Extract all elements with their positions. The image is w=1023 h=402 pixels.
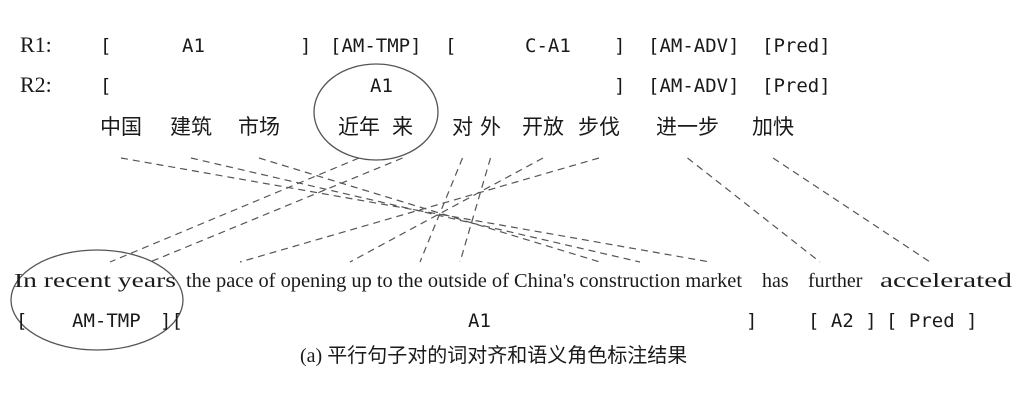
alignment-line: [239, 157, 600, 263]
chinese-word: 开放: [522, 115, 564, 139]
en-role-a2: [ A2 ]: [808, 310, 877, 332]
figure-caption: (a) 平行句子对的词对齐和语义角色标注结果: [300, 344, 687, 367]
r2-label: R2:: [20, 72, 52, 97]
r1-label: R1:: [20, 32, 52, 57]
en-role-a1: A1: [468, 310, 491, 332]
alignment-line: [772, 157, 931, 263]
r1-role-c-a1: C-A1: [525, 35, 571, 57]
alignment-line: [349, 157, 544, 263]
alignment-line: [190, 157, 641, 263]
alignment-line: [687, 157, 821, 263]
en-role-am-tmp: AM-TMP: [72, 310, 141, 332]
r1-role-am-tmp: [AM-TMP]: [330, 35, 422, 57]
r2-role-pred: [Pred]: [762, 75, 831, 97]
chinese-word: 外: [480, 115, 501, 139]
alignment-line: [459, 157, 492, 263]
english-phrase-a1: the pace of opening up to the outside of…: [186, 270, 742, 292]
en-close-bracket-a1: ]: [746, 310, 757, 332]
english-word-accelerated: accelerated: [880, 270, 1012, 292]
r2-role-am-adv: [AM-ADV]: [648, 75, 740, 97]
highlight-ellipse-english: [10, 249, 184, 351]
english-word-in-recent-years: In recent years: [14, 270, 176, 292]
alignment-line: [258, 157, 601, 263]
r1-close-bracket-a1: ]: [300, 35, 311, 57]
chinese-word: 进一步: [656, 115, 719, 139]
chinese-sentence: 中国 建筑 市场 近年来 对外开放 步伐 进一步 加快: [100, 115, 794, 139]
chinese-word: 近年: [338, 115, 380, 139]
alignment-line: [149, 157, 403, 263]
chinese-word: 中国: [100, 115, 142, 139]
r1-role-am-adv: [AM-ADV]: [648, 35, 740, 57]
chinese-word: 对: [452, 115, 473, 139]
srl-alignment-diagram: R1: [ A1 ] [AM-TMP] [ C-A1 ] [AM-ADV] [P…: [10, 32, 1012, 367]
en-role-pred: [ Pred ]: [886, 310, 978, 332]
chinese-word: 加快: [752, 115, 794, 139]
en-bracket-join: ][: [160, 310, 183, 332]
r2-close-bracket-a1: ]: [614, 75, 625, 97]
chinese-word: 市场: [238, 115, 280, 139]
english-word-further: further: [808, 270, 863, 292]
word-alignment-lines: [109, 157, 931, 263]
chinese-word: 步伐: [578, 115, 620, 139]
english-word-has: has: [762, 270, 789, 292]
r1-role-a1: A1: [182, 35, 205, 57]
r1-close-bracket-c-a1: ]: [614, 35, 625, 57]
r2-open-bracket-a1: [: [100, 75, 111, 97]
r1-role-pred: [Pred]: [762, 35, 831, 57]
alignment-line: [419, 157, 464, 263]
r1-open-bracket-c-a1: [: [445, 35, 456, 57]
r2-role-a1: A1: [370, 75, 393, 97]
en-open-bracket-am-tmp: [: [16, 310, 27, 332]
chinese-word: 建筑: [170, 115, 212, 139]
chinese-word: 来: [392, 115, 413, 139]
r1-open-bracket-a1: [: [100, 35, 111, 57]
alignment-line: [109, 157, 360, 263]
